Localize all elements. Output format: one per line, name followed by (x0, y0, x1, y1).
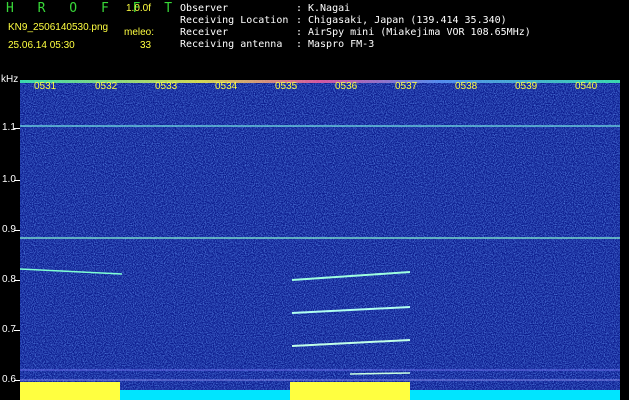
info-key: Observer (180, 3, 229, 14)
info-sep: : (296, 3, 303, 14)
x-tick-label: 0534 (215, 81, 238, 92)
info-row-location: Receiving Location : Chigasaki, Japan (1… (180, 15, 531, 27)
file-name: KN9_2506140530.png (8, 22, 109, 33)
meteor-count-label: meleo: (124, 27, 155, 38)
info-row-receiver: Receiver : AirSpy mini (Miakejima VOR 10… (180, 27, 531, 39)
x-tick-label: 0533 (155, 81, 178, 92)
x-tick-label: 0540 (575, 81, 598, 92)
bottom-band (290, 382, 410, 400)
info-sep: : (296, 39, 303, 50)
x-tick-label: 0536 (335, 81, 358, 92)
bottom-band (120, 390, 290, 400)
version-label: 1.0.0f (126, 3, 152, 14)
x-tick-label: 0532 (95, 81, 118, 92)
frequency-unit-label: kHz (1, 74, 19, 85)
meteor-trace (349, 372, 411, 375)
meteor-count-value: 33 (140, 40, 152, 51)
observation-info: Observer : K.Nagai Receiving Location : … (180, 3, 531, 51)
info-sep: : (296, 15, 303, 26)
info-value: AirSpy mini (Miakejima VOR 108.65MHz) (308, 27, 531, 38)
info-key: Receiving antenna (180, 39, 283, 50)
info-value: Maspro FM-3 (308, 39, 375, 50)
info-key: Receiving Location (180, 15, 289, 26)
spectrogram-plot (20, 80, 620, 400)
info-row-observer: Observer : K.Nagai (180, 3, 531, 15)
app-brand: H R O F F T (6, 1, 181, 16)
x-tick-label: 0538 (455, 81, 478, 92)
info-value: K.Nagai (308, 3, 351, 14)
info-sep: : (296, 27, 303, 38)
info-value: Chigasaki, Japan (139.414 35.340) (308, 15, 507, 26)
spectrogram-canvas (20, 80, 620, 400)
x-tick-label: 0537 (395, 81, 418, 92)
info-row-antenna: Receiving antenna : Maspro FM-3 (180, 39, 531, 51)
x-tick-label: 0535 (275, 81, 298, 92)
x-tick-label: 0531 (34, 81, 57, 92)
x-tick-label: 0539 (515, 81, 538, 92)
bottom-band (410, 390, 620, 400)
spectrogram-window: H R O F F T 1.0.0f KN9_2506140530.png 25… (0, 0, 629, 400)
info-key: Receiver (180, 27, 229, 38)
noise-texture (20, 80, 620, 400)
timestamp: 25.06.14 05:30 (8, 40, 75, 51)
bottom-band (20, 382, 120, 400)
